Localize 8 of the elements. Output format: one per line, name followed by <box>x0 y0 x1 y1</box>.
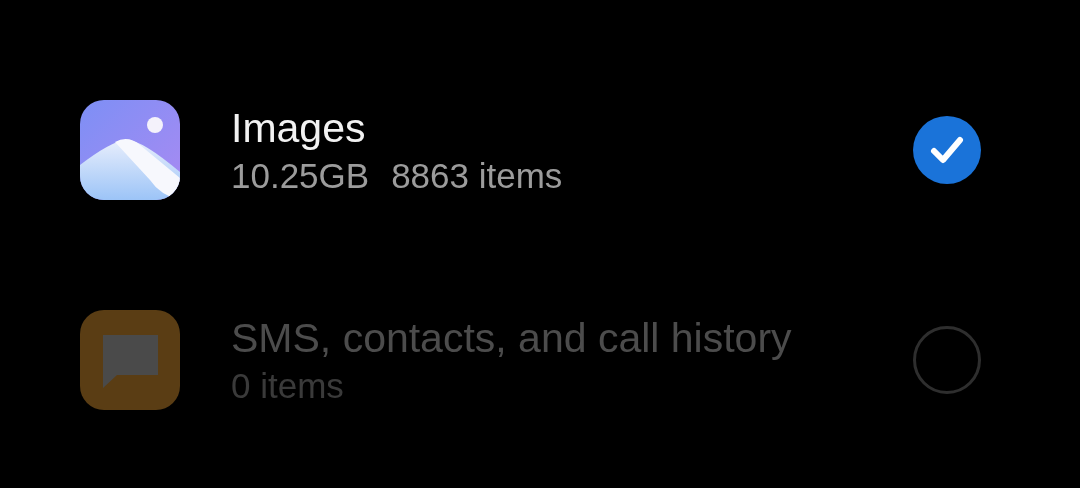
gallery-icon <box>80 100 180 200</box>
item-count: 0 items <box>231 365 344 406</box>
chat-icon <box>80 310 180 410</box>
checked-checkbox[interactable] <box>913 116 981 184</box>
item-count: 8863 items <box>391 155 563 196</box>
item-title: SMS, contacts, and call history <box>231 314 793 362</box>
size-label: 10.25GB <box>231 155 370 196</box>
item-title: Images <box>231 104 367 152</box>
